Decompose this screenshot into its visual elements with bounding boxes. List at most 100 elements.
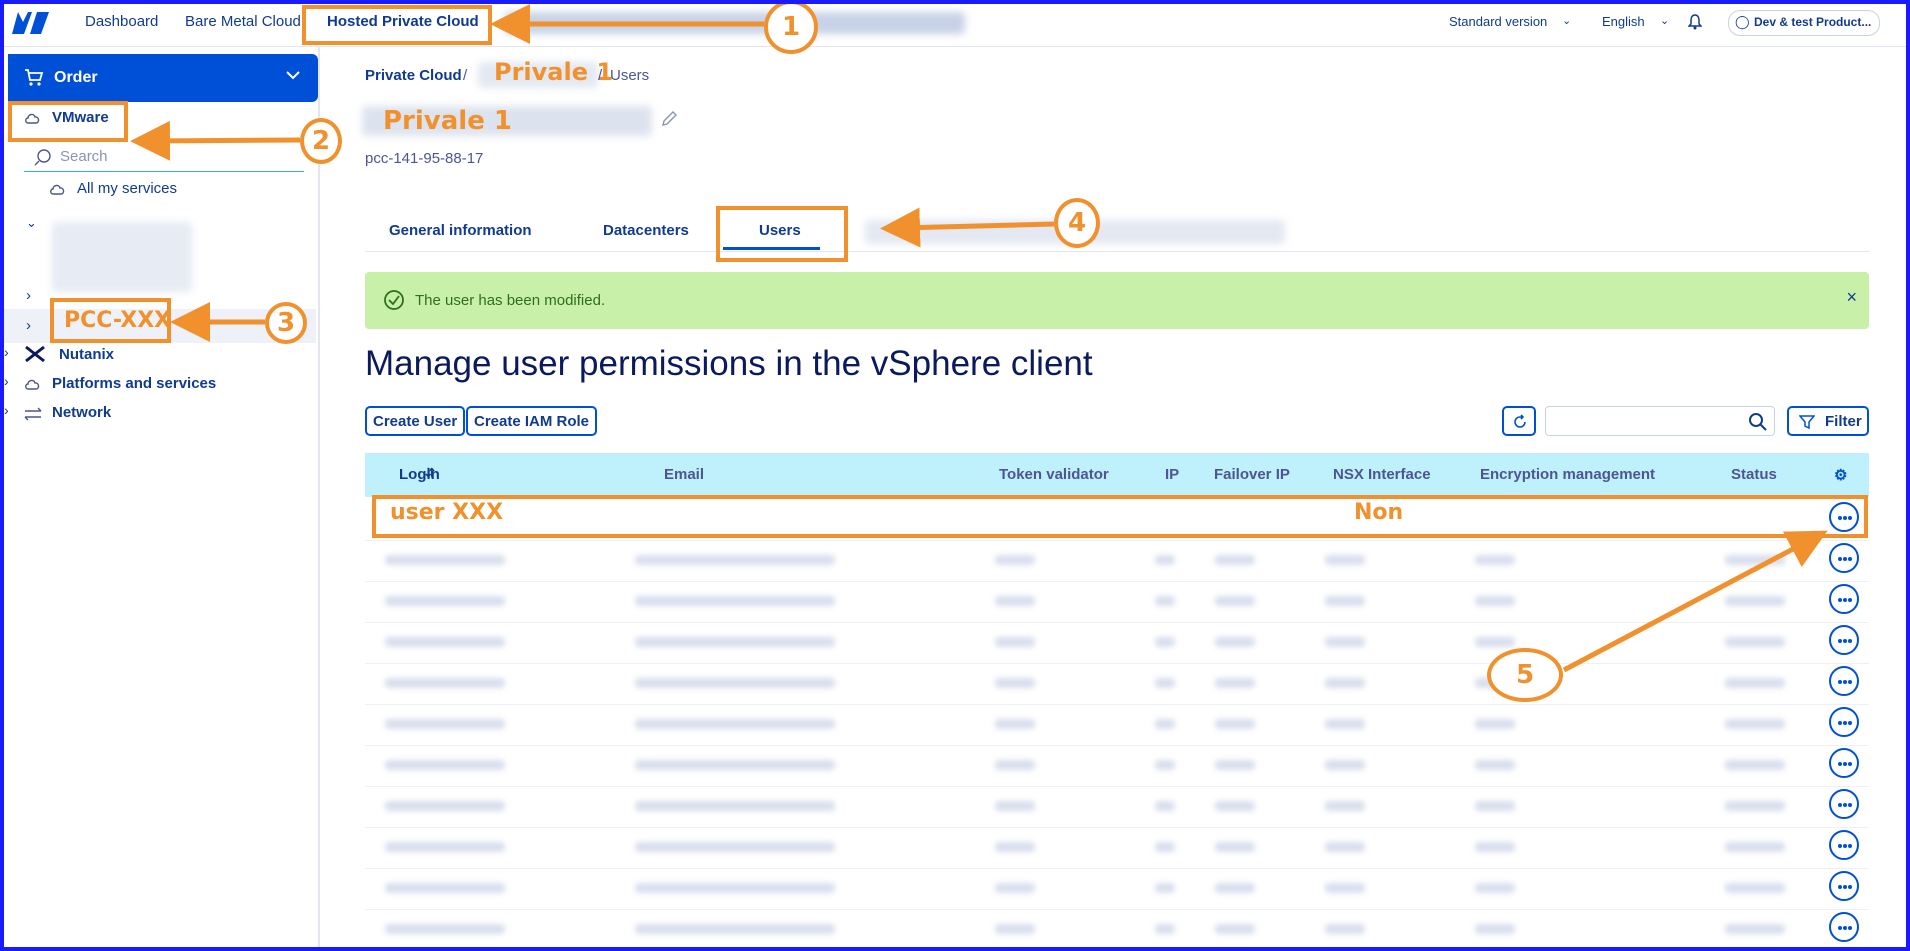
table-search-input[interactable] (1545, 406, 1775, 436)
blurred-cell (1725, 596, 1785, 606)
service-id: pcc-141-95-88-17 (365, 150, 484, 167)
row-actions-button[interactable] (1829, 748, 1859, 778)
blurred-cell (995, 760, 1035, 770)
chevron-right-icon[interactable]: › (4, 402, 9, 418)
breadcrumb-separator: / (463, 67, 468, 84)
blurred-cell (1215, 678, 1255, 688)
first-row-login[interactable]: user XXX (390, 500, 503, 525)
search-icon[interactable] (1748, 412, 1768, 432)
column-token-validator: Token validator (999, 466, 1109, 483)
blurred-cell (635, 555, 835, 565)
blurred-cell (1475, 801, 1515, 811)
column-nsx-interface: NSX Interface (1333, 466, 1431, 483)
filter-button[interactable]: Filter (1787, 406, 1869, 436)
blurred-cell (385, 924, 505, 934)
ellipsis-icon (1848, 598, 1852, 602)
table-row (365, 663, 1869, 705)
chevron-right-icon[interactable]: › (26, 287, 31, 304)
blurred-cell (385, 801, 505, 811)
row-actions-button[interactable] (1829, 666, 1859, 696)
breadcrumb-separator: / (598, 67, 603, 84)
account-name: Dev & test Product... (1754, 15, 1872, 29)
account-menu[interactable]: ◯ Dev & test Product... (1728, 10, 1880, 36)
search-placeholder: Search (60, 148, 108, 165)
filter-icon (1799, 415, 1815, 430)
ellipsis-icon (1843, 639, 1847, 643)
ellipsis-icon (1843, 844, 1847, 848)
row-actions-button[interactable] (1829, 625, 1859, 655)
table-row (365, 622, 1869, 664)
nav-bare-metal-cloud[interactable]: Bare Metal Cloud (185, 13, 301, 30)
chevron-right-icon[interactable]: › (4, 373, 9, 389)
ellipsis-icon (1843, 762, 1847, 766)
blurred-cell (1475, 596, 1515, 606)
blurred-cell (385, 637, 505, 647)
blurred-cell (385, 842, 505, 852)
breadcrumb-service-name[interactable]: Privale 1 (494, 58, 613, 86)
table-row (365, 909, 1869, 951)
ellipsis-icon (1838, 598, 1842, 602)
sidebar-item-nutanix[interactable]: Nutanix (59, 346, 114, 363)
blurred-cell (1215, 801, 1255, 811)
row-actions-button[interactable] (1829, 830, 1859, 860)
chevron-right-icon[interactable]: › (4, 344, 9, 360)
annotation-box-5 (372, 495, 1868, 538)
blurred-cell (1475, 719, 1515, 729)
chevron-down-icon[interactable]: ⌄ (26, 215, 37, 231)
blurred-cell (385, 678, 505, 688)
chevron-right-icon[interactable]: › (26, 317, 31, 334)
order-button[interactable]: Order (8, 54, 318, 102)
nav-dashboard[interactable]: Dashboard (85, 13, 158, 30)
gear-icon[interactable]: ⚙ (1834, 466, 1847, 484)
page-title: Manage user permissions in the vSphere c… (365, 344, 1093, 383)
close-icon[interactable]: × (1846, 287, 1857, 308)
blurred-cell (1475, 555, 1515, 565)
cart-icon (25, 69, 44, 86)
sort-icon[interactable]: ⇵ (425, 466, 435, 480)
row-actions-button[interactable] (1829, 543, 1859, 573)
blurred-cell (995, 801, 1035, 811)
sidebar-item-all-services[interactable]: All my services (77, 180, 177, 197)
table-row (365, 786, 1869, 828)
refresh-button[interactable] (1502, 406, 1536, 436)
row-actions-button[interactable] (1829, 584, 1859, 614)
tab-general-information[interactable]: General information (389, 222, 532, 239)
annotation-box-2 (8, 101, 128, 142)
sidebar-item-pcc[interactable]: PCC-XXX (64, 308, 171, 333)
row-actions-button[interactable] (1829, 871, 1859, 901)
version-selector[interactable]: Standard version (1449, 14, 1547, 29)
sidebar-search-input[interactable]: Search (24, 143, 304, 172)
cloud-icon (50, 184, 65, 195)
blurred-cell (1725, 842, 1785, 852)
pencil-icon[interactable] (660, 110, 678, 128)
search-icon (34, 149, 51, 166)
breadcrumb-root[interactable]: Private Cloud (365, 67, 462, 84)
blurred-cell (1725, 637, 1785, 647)
ellipsis-icon (1843, 926, 1847, 930)
top-navigation-bar: Dashboard Bare Metal Cloud Hosted Privat… (0, 0, 1910, 47)
blurred-cell (995, 719, 1035, 729)
blurred-cell (1325, 883, 1365, 893)
row-actions-button[interactable] (1829, 912, 1859, 942)
blurred-cell (995, 924, 1035, 934)
column-status: Status (1731, 466, 1777, 483)
table-row (365, 540, 1869, 582)
blurred-cell (635, 719, 835, 729)
sidebar-item-network[interactable]: Network (52, 404, 111, 421)
table-row (365, 704, 1869, 746)
annotation-badge-1: 1 (764, 0, 818, 54)
create-user-button[interactable]: Create User (365, 406, 466, 436)
sidebar-item-platforms[interactable]: Platforms and services (52, 375, 216, 392)
ellipsis-icon (1848, 557, 1852, 561)
blurred-cell (1325, 596, 1365, 606)
tab-datacenters[interactable]: Datacenters (603, 222, 689, 239)
blurred-cell (385, 555, 505, 565)
bell-icon[interactable] (1688, 14, 1702, 30)
row-actions-button[interactable] (1829, 707, 1859, 737)
ovh-logo[interactable] (10, 8, 50, 38)
blurred-cell (1725, 924, 1785, 934)
language-selector[interactable]: English (1602, 14, 1645, 29)
row-actions-button[interactable] (1829, 789, 1859, 819)
create-iam-role-button[interactable]: Create IAM Role (466, 406, 598, 436)
blurred-cell (1475, 842, 1515, 852)
